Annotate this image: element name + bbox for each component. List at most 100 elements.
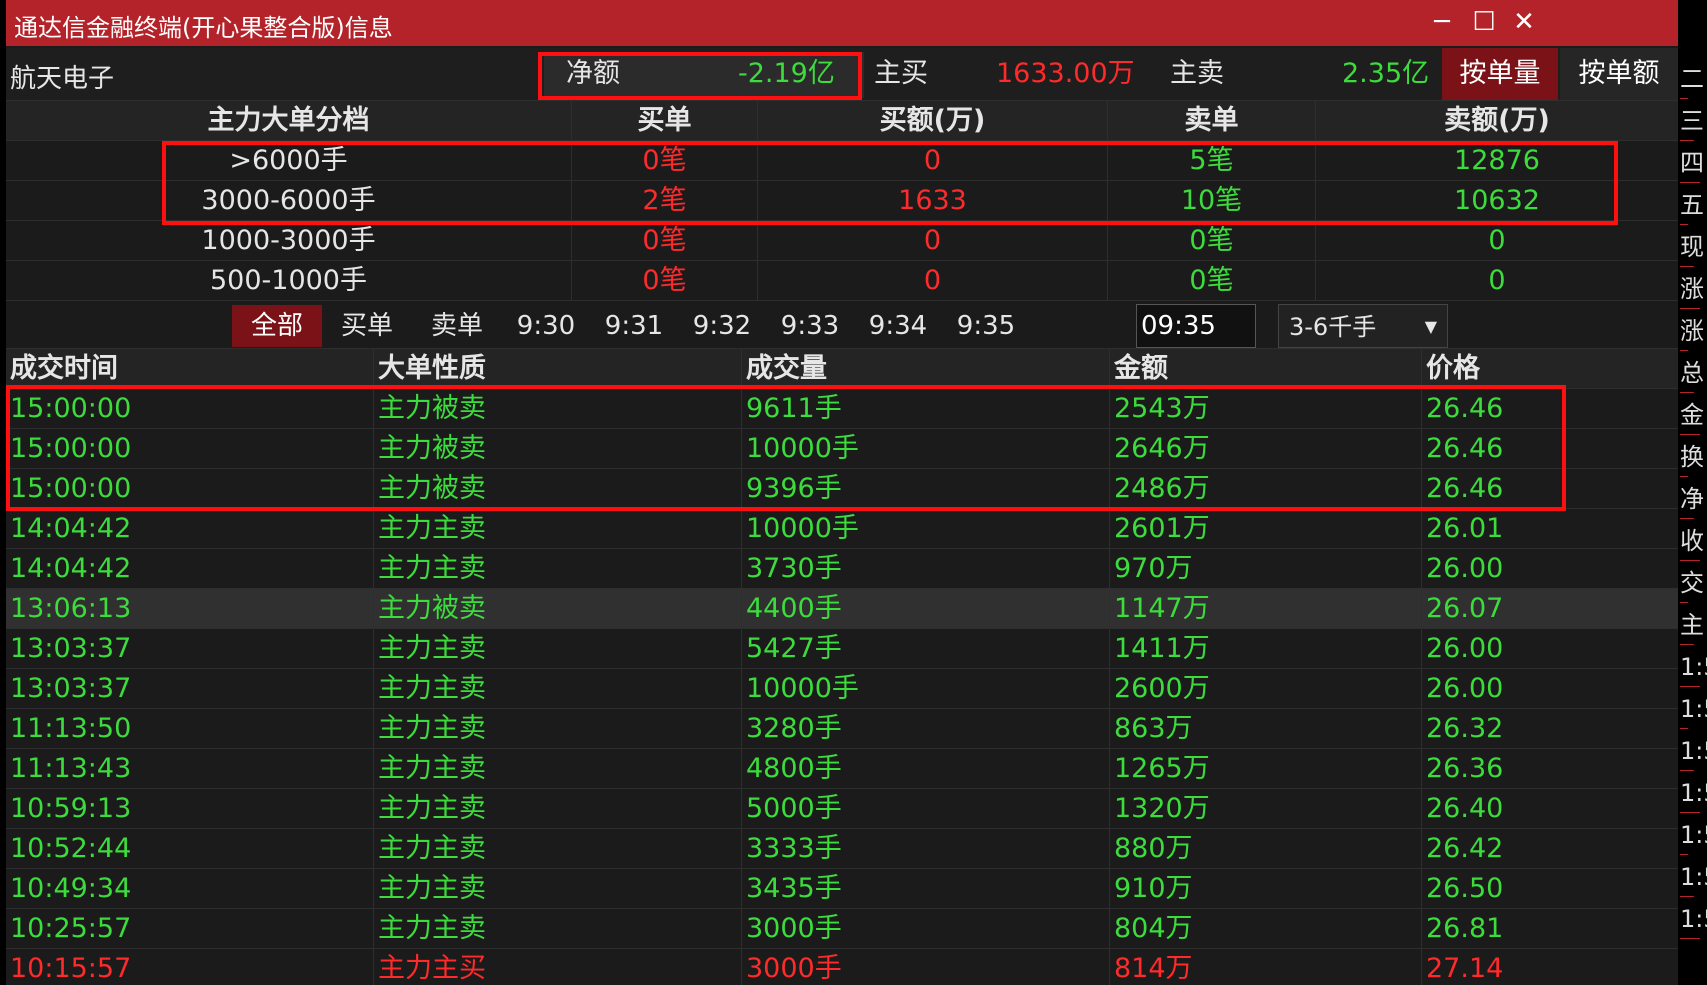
edge-label: 总量 — [1680, 359, 1704, 387]
edge-tick — [1680, 224, 1688, 225]
edge-tick — [1680, 602, 1688, 603]
trade-volume: 9611手 — [742, 389, 1110, 429]
col-volume-header[interactable]: 成交量 — [742, 349, 1110, 389]
sell-amount-cell: 10632 — [1454, 185, 1540, 216]
trade-list: 成交时间 大单性质 成交量 金额 价格 15:00:00 主力被卖 9611手 254… — [6, 348, 1678, 985]
trade-volume: 5000手 — [742, 789, 1110, 829]
edge-tick — [1680, 518, 1694, 519]
sell-amount-cell: 12876 — [1454, 145, 1540, 176]
trade-row[interactable]: 11:13:43 主力主卖 4800手 1265万 26.36 — [6, 748, 1678, 789]
trade-type: 主力主卖 — [374, 829, 742, 869]
filter-tab[interactable]: 9:30 — [504, 305, 588, 347]
edge-tick — [1680, 476, 1688, 477]
trade-type: 主力主卖 — [374, 909, 742, 949]
edge-label: 1:5 — [1680, 653, 1707, 681]
trade-row[interactable]: 14:04:42 主力主卖 10000手 2601万 26.01 — [6, 508, 1678, 549]
col-price-header[interactable]: 价格 — [1422, 349, 1678, 389]
filter-tab[interactable]: 买单 — [324, 305, 410, 347]
trade-volume: 3333手 — [742, 829, 1110, 869]
filter-tab[interactable]: 9:31 — [592, 305, 676, 347]
size-select[interactable]: 3-6千手 ▼ — [1278, 304, 1448, 348]
buy-count-cell: 0笔 — [572, 141, 758, 181]
title-bar[interactable]: 通达信金融终端(开心果整合版)信息 ─ ☐ ✕ — [6, 0, 1678, 46]
col-type-header[interactable]: 大单性质 — [374, 349, 742, 389]
edge-tick — [1680, 938, 1700, 939]
trade-price: 26.00 — [1426, 673, 1504, 704]
trade-amount: 804万 — [1110, 909, 1422, 949]
trade-row[interactable]: 15:00:00 主力被卖 10000手 2646万 26.46 — [6, 428, 1678, 469]
col-time-header[interactable]: 成交时间 — [6, 349, 374, 389]
edge-tick — [1680, 266, 1694, 267]
filter-tab[interactable]: 9:33 — [768, 305, 852, 347]
minimize-icon[interactable]: ─ — [1426, 6, 1458, 38]
trade-price: 26.40 — [1426, 793, 1504, 824]
trade-price: 26.46 — [1426, 393, 1504, 424]
size-select-value: 3-6千手 — [1289, 313, 1377, 341]
edge-label: 1:5 — [1680, 779, 1707, 807]
trade-price: 26.01 — [1426, 513, 1504, 544]
trade-row[interactable]: 13:06:13 主力被卖 4400手 1147万 26.07 — [6, 588, 1678, 629]
trade-amount: 2543万 — [1110, 389, 1422, 429]
trade-time: 14:04:42 — [6, 549, 374, 589]
filter-tab[interactable]: 9:34 — [856, 305, 940, 347]
trade-amount: 1320万 — [1110, 789, 1422, 829]
edge-label: 收益 — [1680, 527, 1704, 555]
summary-row[interactable]: 3000-6000手 2笔 1633 10笔 10632 — [6, 180, 1678, 221]
time-input[interactable]: 09:35 — [1136, 304, 1256, 348]
trade-row[interactable]: 15:00:00 主力被卖 9611手 2543万 26.46 — [6, 388, 1678, 429]
by-amount-button[interactable]: 按单额 — [1560, 48, 1678, 100]
trade-row[interactable]: 10:15:57 主力主买 3000手 814万 27.14 — [6, 948, 1678, 985]
edge-label: 1:5 — [1680, 863, 1707, 891]
trade-type: 主力被卖 — [374, 589, 742, 629]
edge-label: 1:5 — [1680, 821, 1707, 849]
net-label: 净额 — [566, 58, 620, 89]
close-icon[interactable]: ✕ — [1508, 6, 1540, 38]
trade-row[interactable]: 13:03:37 主力主卖 10000手 2600万 26.00 — [6, 668, 1678, 709]
trade-type: 主力被卖 — [374, 469, 742, 509]
trade-row[interactable]: 10:59:13 主力主卖 5000手 1320万 26.40 — [6, 788, 1678, 829]
edge-label: 换手 — [1680, 443, 1704, 471]
trade-price: 26.42 — [1426, 833, 1504, 864]
maximize-icon[interactable]: ☐ — [1468, 6, 1500, 38]
trade-time: 13:03:37 — [6, 669, 374, 709]
trade-volume: 3280手 — [742, 709, 1110, 749]
summary-row[interactable]: 1000-3000手 0笔 0 0笔 0 — [6, 220, 1678, 261]
main-buy-label: 主买 — [874, 58, 928, 89]
edge-tick — [1680, 728, 1688, 729]
col-sell-count-header: 卖单 — [1108, 101, 1316, 141]
edge-tick — [1680, 812, 1700, 813]
trade-row[interactable]: 10:52:44 主力主卖 3333手 880万 26.42 — [6, 828, 1678, 869]
filter-tab[interactable]: 9:32 — [680, 305, 764, 347]
trade-row[interactable]: 11:13:50 主力主卖 3280手 863万 26.32 — [6, 708, 1678, 749]
trade-row[interactable]: 15:00:00 主力被卖 9396手 2486万 26.46 — [6, 468, 1678, 509]
right-edge-panel: 二三四五现价涨跌涨幅总量金额换手净资收益交易主力 1:5 1:5 1:5 1:5 1:5 1… — [1680, 0, 1707, 985]
filter-tab[interactable]: 9:35 — [944, 305, 1028, 347]
sell-amount-cell: 0 — [1488, 265, 1506, 296]
trade-row[interactable]: 14:04:42 主力主卖 3730手 970万 26.00 — [6, 548, 1678, 589]
trade-price: 26.32 — [1426, 713, 1504, 744]
col-amount-header[interactable]: 金额 — [1110, 349, 1422, 389]
trade-amount: 1265万 — [1110, 749, 1422, 789]
main-sell-label: 主卖 — [1170, 58, 1224, 89]
col-buy-count-header: 买单 — [572, 101, 758, 141]
summary-row[interactable]: >6000手 0笔 0 5笔 12876 — [6, 140, 1678, 181]
by-volume-button[interactable]: 按单量 — [1442, 48, 1558, 100]
big-order-summary-table: 主力大单分档 买单 买额(万) 卖单 卖额(万) >6000手 0笔 0 5笔 1287… — [6, 100, 1678, 301]
trade-row[interactable]: 10:25:57 主力主卖 3000手 804万 26.81 — [6, 908, 1678, 949]
edge-tick — [1680, 644, 1694, 645]
edge-label: 交易 — [1680, 569, 1704, 597]
trade-row[interactable]: 10:49:34 主力主卖 3435手 910万 26.50 — [6, 868, 1678, 909]
filter-tab[interactable]: 全部 — [232, 305, 322, 347]
summary-row[interactable]: 500-1000手 0笔 0 0笔 0 — [6, 260, 1678, 301]
trade-volume: 5427手 — [742, 629, 1110, 669]
filter-tab[interactable]: 卖单 — [412, 305, 502, 347]
edge-label: 三 — [1680, 107, 1704, 135]
trade-time: 13:06:13 — [6, 589, 374, 629]
trade-time: 10:49:34 — [6, 869, 374, 909]
edge-label: 主力 — [1680, 611, 1704, 639]
trade-row[interactable]: 13:03:37 主力主卖 5427手 1411万 26.00 — [6, 628, 1678, 669]
trade-price: 26.50 — [1426, 873, 1504, 904]
buy-count-cell: 0笔 — [572, 221, 758, 261]
trade-time: 11:13:50 — [6, 709, 374, 749]
sell-count-cell: 0笔 — [1108, 261, 1316, 301]
